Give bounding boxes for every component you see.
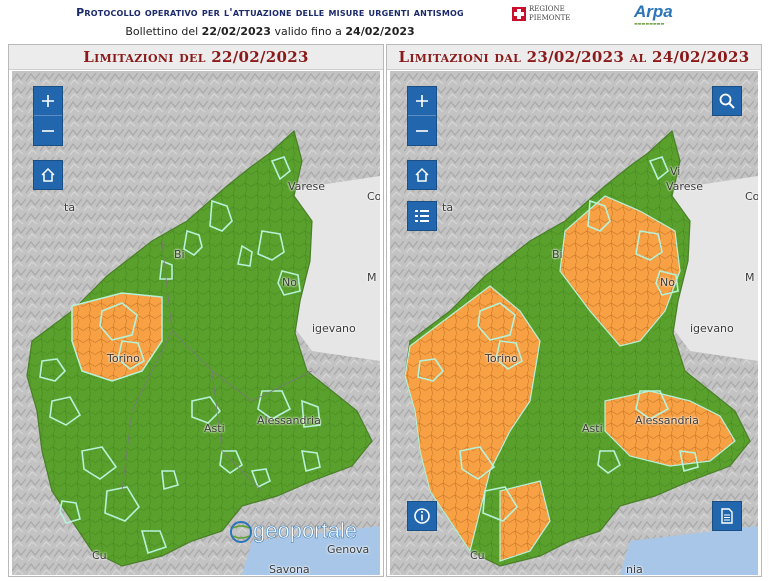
geoportale-watermark: geoportale — [227, 514, 367, 548]
bulletin-validity: Bollettino del 22/02/2023 valido fino a … — [40, 25, 500, 38]
legend-button[interactable] — [712, 501, 742, 531]
home-button[interactable] — [407, 160, 437, 190]
map-today[interactable]: Varese Co ta Bi No igevano M Torino Asti… — [12, 71, 380, 575]
minus-icon — [42, 129, 54, 132]
arpa-logo-mark: ▬▬▬▬▬▬▬▬ — [634, 21, 665, 26]
place-label-novara: No — [282, 276, 297, 289]
valid-prefix: valido fino a — [274, 25, 342, 38]
place-label-vigevano: igevano — [690, 322, 734, 335]
minus-icon — [416, 129, 428, 132]
place-label-savona: Savona — [269, 563, 310, 575]
bulletin-prefix: Bollettino del — [125, 25, 199, 38]
place-label-varese: Varese — [666, 180, 703, 193]
place-label-cuneo: Cu — [92, 549, 107, 562]
bulletin-header: Protocollo operativo per l'attuazione de… — [0, 0, 769, 44]
place-label-milano: M — [367, 271, 377, 284]
arpa-logo[interactable]: Arpa ▬▬▬▬▬▬▬▬ — [634, 2, 684, 26]
place-label-vigevano: igevano — [312, 322, 356, 335]
place-label-aosta: ta — [442, 201, 454, 214]
info-icon — [414, 508, 430, 524]
zoom-in-button[interactable] — [408, 87, 436, 116]
layers-list-button[interactable] — [407, 201, 437, 231]
svg-text:geoportale: geoportale — [253, 518, 357, 543]
place-label-savona: nia — [626, 563, 643, 575]
place-label-torino: Torino — [107, 352, 140, 365]
place-label-como: Co — [745, 190, 758, 203]
place-label-como: Co — [367, 190, 380, 203]
plus-icon — [416, 95, 428, 107]
bulletin-date: 22/02/2023 — [201, 25, 271, 38]
place-label-alessandria: Alessandria — [635, 414, 699, 427]
map-forecast[interactable]: Varese Co ta Bi No igevano M Torino Asti… — [390, 71, 758, 575]
place-label-cuneo: Cu — [470, 549, 485, 562]
search-button[interactable] — [712, 86, 742, 116]
document-icon — [721, 508, 733, 524]
home-button[interactable] — [33, 160, 63, 190]
panel-title-today: Limitazioni del 22/02/2023 — [9, 45, 383, 70]
home-icon — [41, 167, 55, 182]
plus-icon — [42, 95, 54, 107]
zoom-in-button[interactable] — [34, 87, 62, 116]
header-title: Protocollo operativo per l'attuazione de… — [76, 6, 464, 19]
place-label-asti: Asti — [204, 422, 225, 435]
info-button[interactable] — [407, 501, 437, 531]
place-label-biella: Bi — [174, 248, 185, 261]
valid-date: 24/02/2023 — [345, 25, 415, 38]
list-icon — [415, 210, 429, 222]
geoportale-logo: geoportale — [230, 518, 357, 543]
place-label-biella: Bi — [552, 248, 563, 261]
place-label-aosta: ta — [64, 201, 76, 214]
home-icon — [415, 167, 429, 182]
zoom-out-button[interactable] — [408, 116, 436, 145]
place-label-lugano: Vi — [670, 165, 681, 178]
place-label-milano: M — [745, 271, 755, 284]
map-panel-forecast: Limitazioni dal 23/02/2023 al 24/02/2023 — [386, 44, 762, 577]
piemonte-cross-icon — [512, 7, 526, 21]
zoom-controls-forecast — [407, 86, 437, 146]
search-icon — [719, 93, 735, 109]
panel-title-forecast: Limitazioni dal 23/02/2023 al 24/02/2023 — [387, 45, 761, 70]
place-label-varese: Varese — [288, 180, 325, 193]
place-label-torino: Torino — [485, 352, 518, 365]
regione-piemonte-logo[interactable]: REGIONE PIEMONTE — [512, 5, 572, 25]
place-label-novara: No — [660, 276, 675, 289]
map-panel-today: Limitazioni del 22/02/2023 Varese Co ta … — [8, 44, 384, 577]
zoom-out-button[interactable] — [34, 116, 62, 145]
zoom-controls-today — [33, 86, 63, 146]
place-label-alessandria: Alessandria — [257, 414, 321, 427]
place-label-asti: Asti — [582, 422, 603, 435]
